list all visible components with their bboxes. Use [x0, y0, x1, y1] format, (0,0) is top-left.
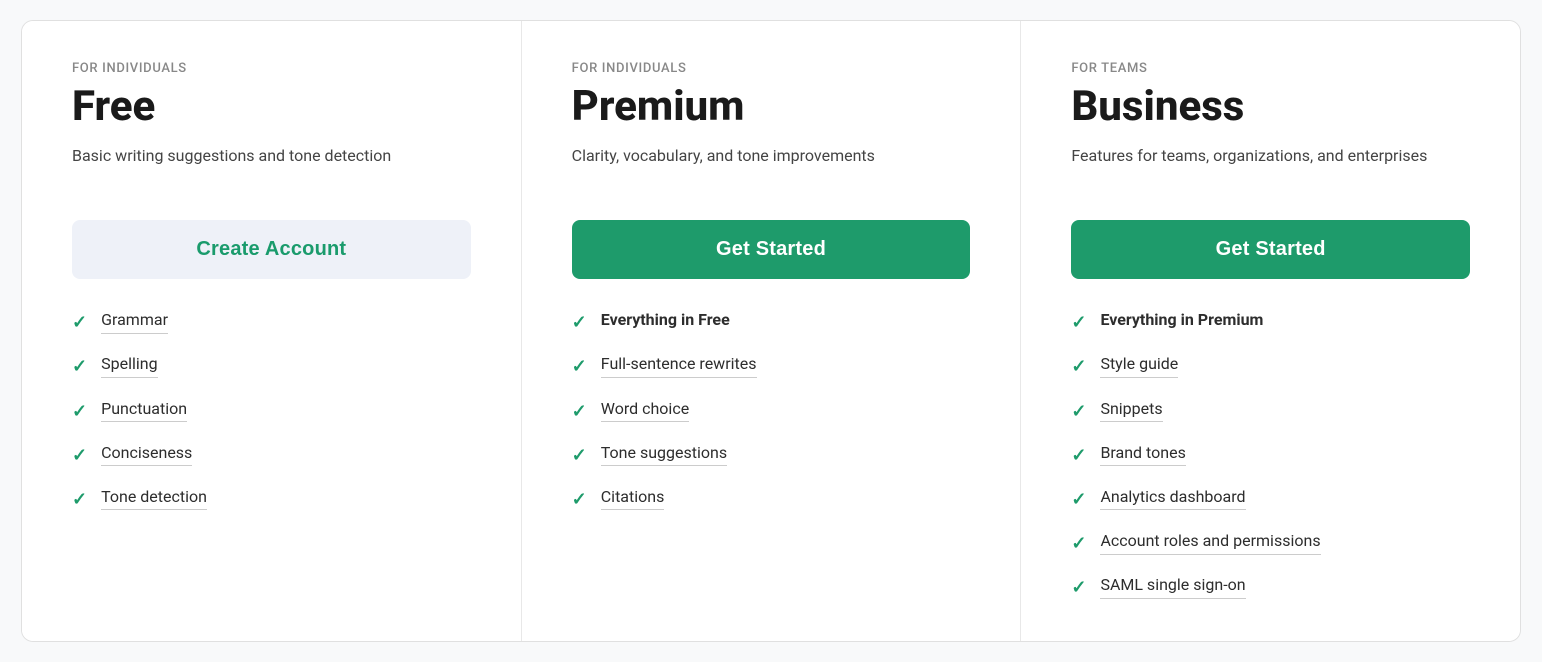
- list-item: ✓ Word choice: [572, 398, 971, 424]
- check-icon: ✓: [72, 399, 87, 424]
- feature-text-free-1: Spelling: [101, 353, 157, 377]
- plan-description-business: Features for teams, organizations, and e…: [1071, 144, 1470, 192]
- feature-text-free-4: Tone detection: [101, 486, 207, 510]
- feature-text-premium-0: Everything in Free: [601, 309, 730, 331]
- check-icon: ✓: [1071, 531, 1086, 556]
- plan-card-premium: FOR INDIVIDUALS Premium Clarity, vocabular…: [522, 21, 1022, 641]
- plan-description-premium: Clarity, vocabulary, and tone improvemen…: [572, 144, 971, 192]
- check-icon: ✓: [1071, 399, 1086, 424]
- feature-text-free-0: Grammar: [101, 309, 168, 333]
- check-icon: ✓: [572, 443, 587, 468]
- plan-cta-button-premium[interactable]: Get Started: [572, 220, 971, 279]
- check-icon: ✓: [72, 487, 87, 512]
- feature-list-free: ✓ Grammar ✓ Spelling ✓ Punctuation ✓ Concisenes…: [72, 309, 471, 512]
- check-icon: ✓: [572, 487, 587, 512]
- feature-text-business-0: Everything in Premium: [1100, 309, 1263, 331]
- feature-text-business-6: SAML single sign-on: [1100, 574, 1245, 598]
- list-item: ✓ Spelling: [72, 353, 471, 379]
- plan-name-business: Business: [1071, 84, 1470, 130]
- plan-cta-button-business[interactable]: Get Started: [1071, 220, 1470, 279]
- feature-text-premium-1: Full-sentence rewrites: [601, 353, 757, 377]
- list-item: ✓ Everything in Premium: [1071, 309, 1470, 335]
- feature-text-free-2: Punctuation: [101, 398, 187, 422]
- feature-text-business-3: Brand tones: [1100, 442, 1185, 466]
- list-item: ✓ Tone suggestions: [572, 442, 971, 468]
- plan-for-label-premium: FOR INDIVIDUALS: [572, 61, 971, 76]
- plan-for-label-business: FOR TEAMS: [1071, 61, 1470, 76]
- feature-text-premium-3: Tone suggestions: [601, 442, 727, 466]
- plan-name-premium: Premium: [572, 84, 971, 130]
- feature-text-premium-4: Citations: [601, 486, 665, 510]
- check-icon: ✓: [1071, 575, 1086, 600]
- list-item: ✓ Conciseness: [72, 442, 471, 468]
- feature-text-business-2: Snippets: [1100, 398, 1162, 422]
- list-item: ✓ SAML single sign-on: [1071, 574, 1470, 600]
- plan-description-free: Basic writing suggestions and tone detec…: [72, 144, 471, 192]
- check-icon: ✓: [572, 399, 587, 424]
- check-icon: ✓: [1071, 354, 1086, 379]
- plan-card-business: FOR TEAMS Business Features for teams, org…: [1021, 21, 1520, 641]
- plan-cta-button-free[interactable]: Create Account: [72, 220, 471, 279]
- feature-text-business-4: Analytics dashboard: [1100, 486, 1245, 510]
- check-icon: ✓: [1071, 443, 1086, 468]
- check-icon: ✓: [572, 310, 587, 335]
- check-icon: ✓: [572, 354, 587, 379]
- list-item: ✓ Style guide: [1071, 353, 1470, 379]
- feature-list-business: ✓ Everything in Premium ✓ Style guide ✓ Snipp…: [1071, 309, 1470, 600]
- list-item: ✓ Full-sentence rewrites: [572, 353, 971, 379]
- list-item: ✓ Citations: [572, 486, 971, 512]
- feature-text-premium-2: Word choice: [601, 398, 689, 422]
- check-icon: ✓: [72, 310, 87, 335]
- list-item: ✓ Snippets: [1071, 398, 1470, 424]
- list-item: ✓ Account roles and permissions: [1071, 530, 1470, 556]
- plan-for-label-free: FOR INDIVIDUALS: [72, 61, 471, 76]
- list-item: ✓ Everything in Free: [572, 309, 971, 335]
- list-item: ✓ Punctuation: [72, 398, 471, 424]
- list-item: ✓ Brand tones: [1071, 442, 1470, 468]
- pricing-container: FOR INDIVIDUALS Free Basic writing suggest…: [21, 20, 1521, 642]
- check-icon: ✓: [1071, 310, 1086, 335]
- check-icon: ✓: [1071, 487, 1086, 512]
- feature-list-premium: ✓ Everything in Free ✓ Full-sentence rewrit…: [572, 309, 971, 512]
- check-icon: ✓: [72, 354, 87, 379]
- plan-name-free: Free: [72, 84, 471, 130]
- list-item: ✓ Tone detection: [72, 486, 471, 512]
- check-icon: ✓: [72, 443, 87, 468]
- feature-text-business-1: Style guide: [1100, 353, 1178, 377]
- feature-text-free-3: Conciseness: [101, 442, 192, 466]
- plan-card-free: FOR INDIVIDUALS Free Basic writing suggest…: [22, 21, 522, 641]
- feature-text-business-5: Account roles and permissions: [1100, 530, 1320, 554]
- list-item: ✓ Grammar: [72, 309, 471, 335]
- list-item: ✓ Analytics dashboard: [1071, 486, 1470, 512]
